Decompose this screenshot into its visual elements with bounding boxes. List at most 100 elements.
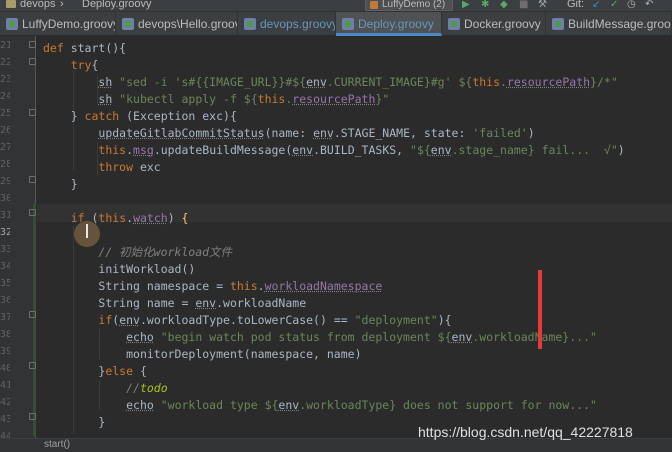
code-line[interactable]: String namespace = this.workloadNamespac…: [43, 278, 382, 295]
groovy-file-icon: [122, 18, 134, 30]
code-line[interactable]: sh "kubectl apply -f ${this.resourcePath…: [43, 91, 389, 108]
tab-buildmessage[interactable]: BuildMessage.groovy: [546, 12, 672, 36]
tab-hello[interactable]: devops\Hello.groovy: [116, 12, 238, 36]
code-token: def: [43, 41, 71, 55]
fold-icon[interactable]: [29, 413, 36, 420]
git-commit-icon[interactable]: ✓: [610, 0, 618, 10]
history-icon[interactable]: ◷: [627, 0, 636, 10]
run-configuration-label: LuffyDemo (2): [382, 0, 446, 10]
text-cursor-icon: [86, 224, 88, 238]
breadcrumb-folder[interactable]: devops: [20, 0, 55, 10]
code-token: 'failed': [472, 126, 528, 140]
code-token: (: [264, 126, 272, 140]
tab-label: LuffyDemo.groovy: [22, 17, 116, 31]
code-line[interactable]: if (this.watch) {: [43, 210, 189, 227]
build-icon[interactable]: ⚒: [538, 0, 547, 10]
code-token: "sed -i 's#{{IMAGE_URL}}#${: [112, 75, 307, 89]
editor-gutter[interactable]: 21 22 23 24 25 26 27 28 29 30 31 32 33 34 35 36 37 38 39 40…: [0, 36, 36, 452]
code-token: initWorkload(): [98, 262, 196, 276]
fold-icon[interactable]: [29, 362, 36, 369]
code-line[interactable]: initWorkload(): [43, 261, 195, 278]
stop-icon[interactable]: ■: [519, 0, 528, 10]
code-token: updateGitlabCommitStatus: [98, 126, 265, 140]
tab-devops[interactable]: devops.groovy: [238, 12, 336, 36]
code-token: "deployment": [354, 313, 438, 327]
fold-icon[interactable]: [29, 58, 36, 65]
code-line[interactable]: sh "sed -i 's#{{IMAGE_URL}}#${env.CURREN…: [43, 74, 618, 91]
tab-docker[interactable]: Docker.groovy: [442, 12, 546, 36]
groovy-file-icon: [552, 18, 564, 30]
code-token: env: [306, 75, 327, 89]
code-token: :: [458, 126, 473, 140]
code-line[interactable]: def start(){: [43, 40, 126, 57]
fold-icon[interactable]: [29, 109, 36, 116]
code-line[interactable]: //todo: [43, 380, 168, 397]
fold-icon[interactable]: [29, 209, 36, 216]
code-token: .: [257, 279, 265, 293]
coverage-icon[interactable]: ◆: [500, 0, 508, 10]
annotation-marker: [538, 270, 542, 349]
fold-icon[interactable]: [29, 41, 36, 48]
code-line[interactable]: }: [43, 176, 78, 193]
code-line[interactable]: if(env.workloadType.toLowerCase() == "de…: [43, 312, 451, 329]
fold-icon[interactable]: [29, 176, 36, 183]
code-line[interactable]: try{: [43, 57, 99, 74]
tab-deploy[interactable]: Deploy.groovy: [336, 12, 442, 36]
method-breadcrumb[interactable]: start(): [44, 439, 70, 450]
line-number: 40: [0, 363, 10, 374]
code-line[interactable]: }: [43, 414, 105, 431]
code-line[interactable]: monitorDeployment(namespace, name): [43, 346, 361, 363]
line-number: 24: [0, 91, 10, 102]
debug-icon[interactable]: ✱: [481, 0, 489, 10]
code-token: workloadNamespace: [264, 279, 383, 293]
code-line[interactable]: String name = env.workloadName: [43, 295, 306, 312]
vcs-change-marker[interactable]: [33, 204, 36, 436]
breadcrumb-file[interactable]: Deploy.groovy: [82, 0, 152, 10]
git-update-icon[interactable]: ↙: [592, 0, 600, 10]
breadcrumb-separator: ›: [60, 0, 64, 10]
line-number: 22: [0, 57, 10, 68]
code-line[interactable]: }else {: [43, 363, 147, 380]
code-line[interactable]: throw exc: [43, 159, 160, 176]
editor-tab-bar: LuffyDemo.groovy devops\Hello.groovy dev…: [0, 12, 672, 36]
watermark: https://blog.csdn.net/qq_42227818: [418, 424, 633, 440]
code-token: (Exception exc){: [119, 109, 237, 123]
code-token: echo: [126, 398, 154, 412]
line-number: 39: [0, 346, 10, 357]
code-token: try: [70, 58, 92, 72]
code-token: .stage_name} fail... √": [451, 143, 618, 157]
line-number: 26: [0, 125, 10, 136]
run-configuration-select[interactable]: LuffyDemo (2): [365, 0, 453, 11]
code-line[interactable]: echo "workload type ${env.workloadType} …: [43, 397, 597, 414]
code-token: .workloadName}...": [472, 330, 597, 344]
code-token: .: [126, 143, 134, 157]
code-token: }/*": [590, 75, 618, 89]
fold-icon[interactable]: [29, 311, 36, 318]
code-editor[interactable]: def start(){ try{ sh "sed -i 's#{{IMAGE_…: [37, 36, 672, 438]
code-line[interactable]: this.msg.updateBuildMessage(env.BUILD_TA…: [43, 142, 624, 159]
code-line[interactable]: // 初始化workload文件: [43, 244, 232, 261]
code-token: start(){: [70, 41, 127, 55]
line-number: 38: [0, 329, 10, 340]
code-token: sh: [98, 92, 113, 106]
code-line[interactable]: echo "begin watch pod status from deploy…: [43, 329, 597, 346]
line-number: 41: [0, 380, 10, 391]
code-line[interactable]: } catch (Exception exc){: [43, 108, 237, 125]
code-token: }: [43, 109, 85, 123]
code-token: }: [43, 364, 106, 378]
code-token: "begin watch pod status from deployment …: [153, 330, 452, 344]
groovy-file-icon: [448, 18, 460, 30]
revert-icon[interactable]: ↶: [645, 0, 653, 10]
run-icon[interactable]: ▶: [462, 0, 470, 10]
code-line[interactable]: updateGitlabCommitStatus(name: env.STAGE…: [43, 125, 534, 142]
code-token: env: [313, 126, 334, 140]
tab-luffydemo[interactable]: LuffyDemo.groovy: [0, 12, 116, 36]
code-token: watch: [133, 211, 168, 225]
